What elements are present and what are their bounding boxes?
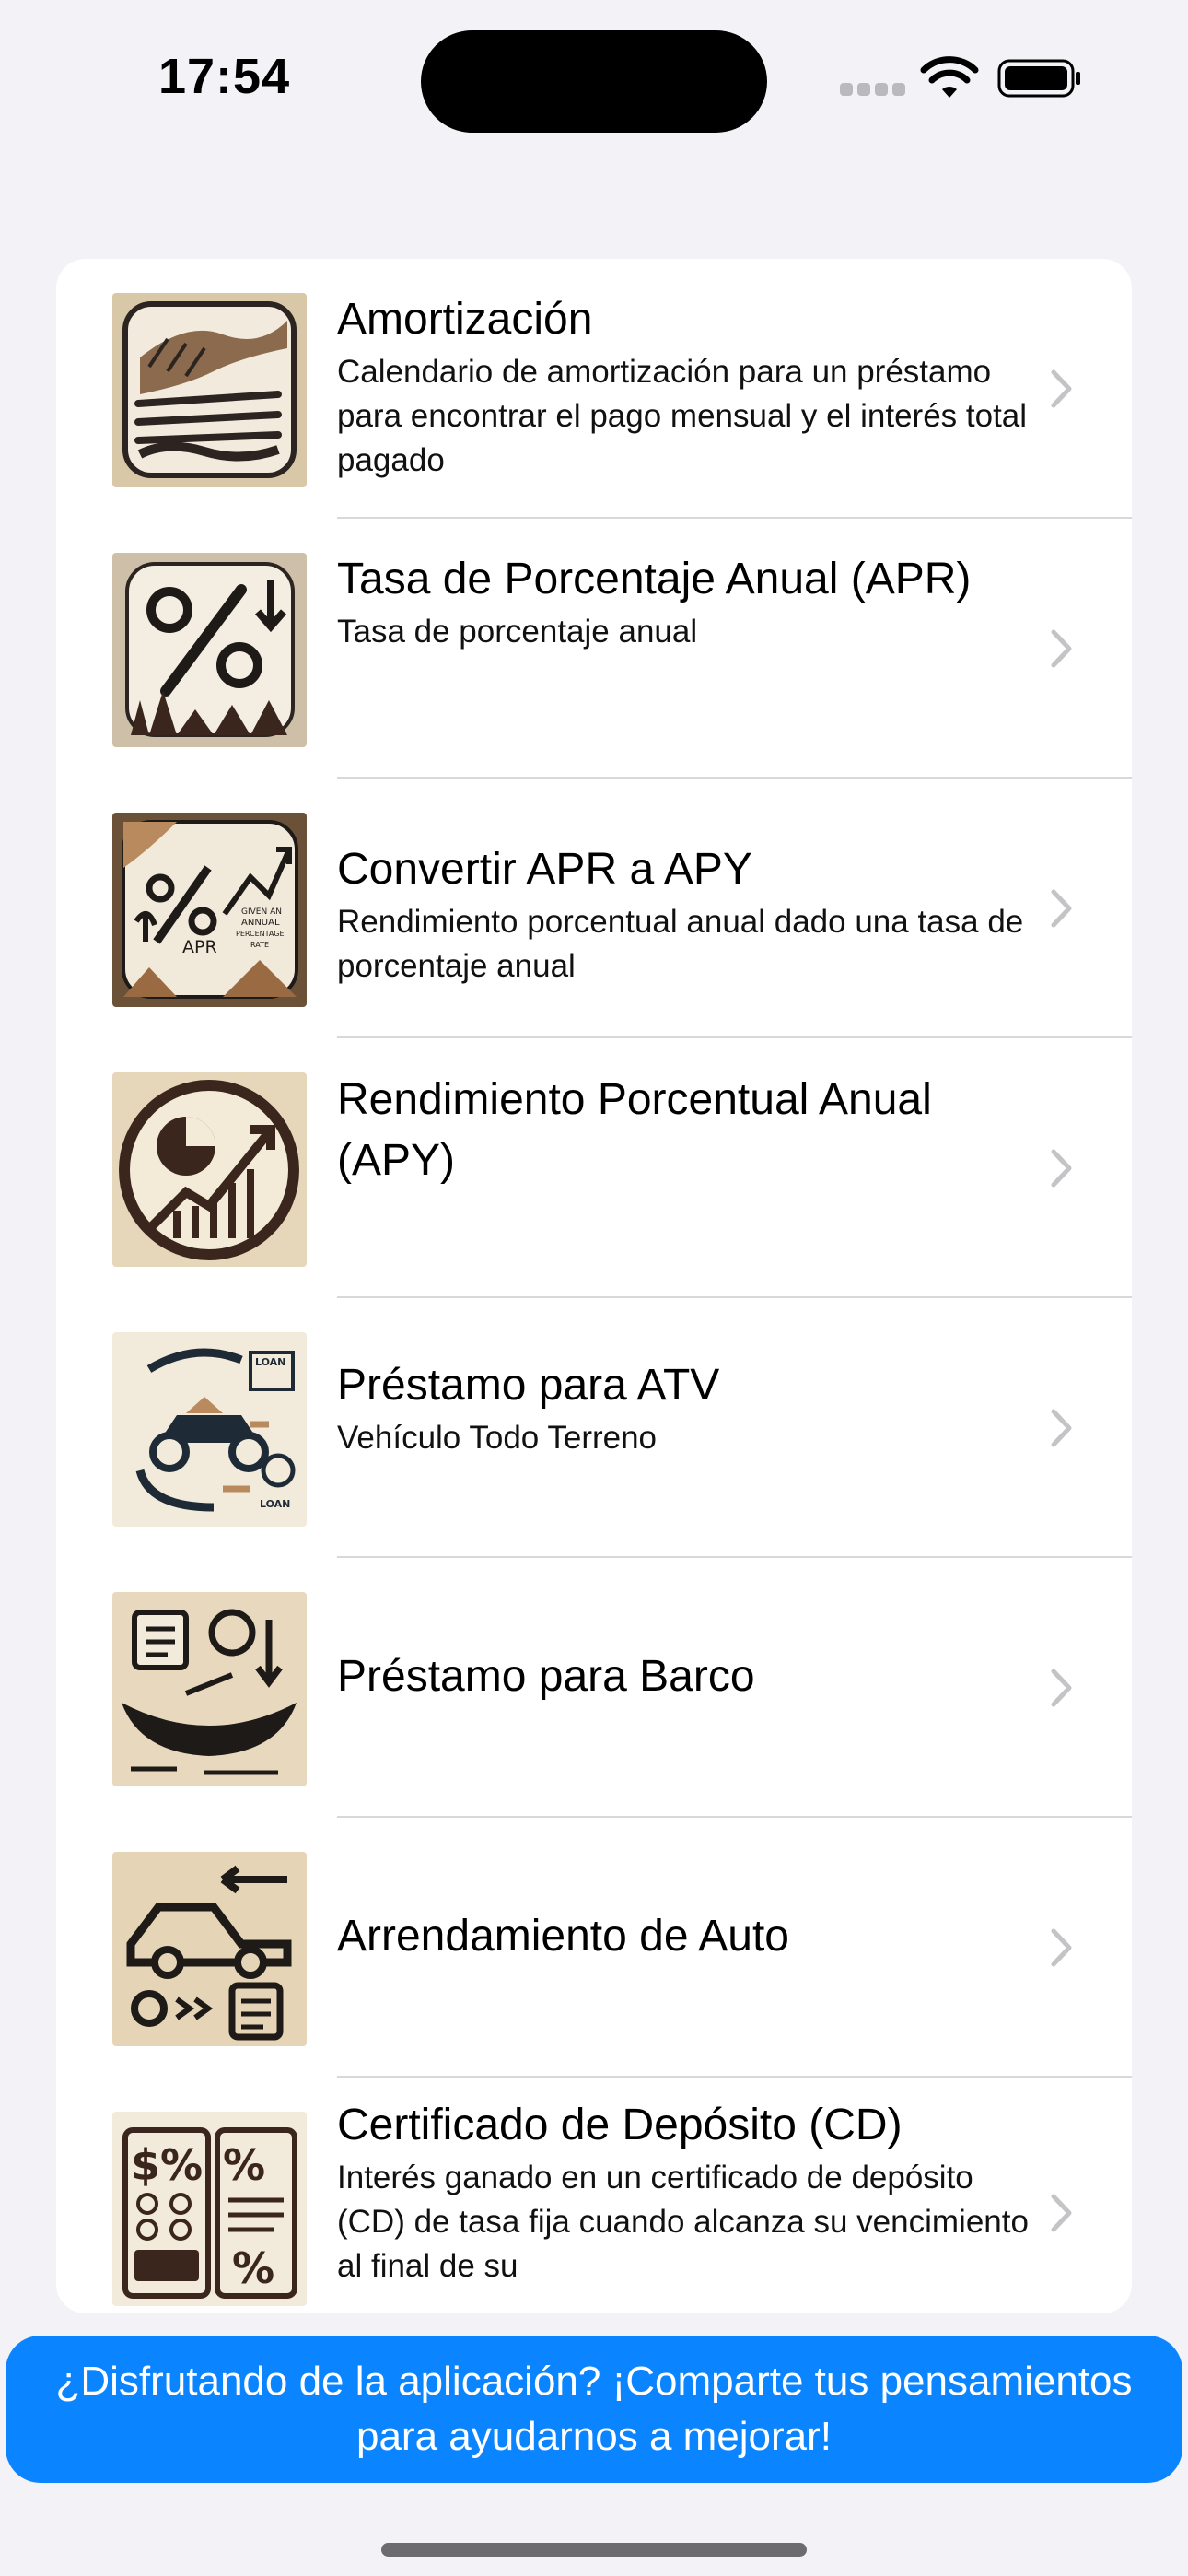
svg-text:%: % [223,2140,265,2190]
item-title: Arrendamiento de Auto [337,1912,789,1961]
certificate-deposit-icon: $% % % [112,2112,307,2306]
chevron-right-icon [1051,2194,1072,2232]
apr-percent-icon [112,553,307,747]
list-item-apr-to-apy[interactable]: APR GIVEN AN ANNUAL PERCENTAGE RATE Conv… [56,779,1132,1038]
chevron-right-icon [1051,1409,1072,1447]
item-title: Amortización [337,295,593,344]
item-subtitle: Vehículo Todo Terreno [337,1420,658,1456]
item-title: Tasa de Porcentaje Anual (APR) [337,555,972,603]
list-item-apr[interactable]: Tasa de Porcentaje Anual (APR) Tasa de p… [56,519,1132,779]
boat-loan-icon [112,1592,307,1786]
svg-text:LOAN: LOAN [255,1356,285,1368]
item-subtitle: Rendimiento porcentual anual dado una ta… [337,904,1024,984]
home-indicator[interactable] [381,2543,807,2557]
item-subtitle: Tasa de porcentaje anual [337,614,698,650]
svg-text:PERCENTAGE: PERCENTAGE [236,930,285,938]
feedback-button[interactable]: ¿Disfrutando de la aplicación? ¡Comparte… [6,2336,1182,2483]
list-item-apy[interactable]: Rendimiento Porcentual Anual (APY) [56,1038,1132,1298]
svg-text:%: % [232,2243,274,2293]
calculator-list: Amortización Calendario de amortización … [56,259,1132,2313]
chevron-right-icon [1051,1928,1072,1967]
item-title: Préstamo para ATV [337,1361,720,1410]
chevron-right-icon [1051,369,1072,408]
svg-text:$%: $% [131,2140,203,2190]
item-subtitle: Interés ganado en un certificado de depó… [337,2160,1029,2284]
status-bar: 17:54 [0,0,1188,157]
item-title: Rendimiento Porcentual Anual (APY) [337,1075,932,1185]
list-item-amortization[interactable]: Amortización Calendario de amortización … [56,259,1132,519]
svg-text:GIVEN AN: GIVEN AN [241,907,282,917]
dynamic-island [421,30,767,133]
svg-text:RATE: RATE [250,941,269,949]
battery-icon [997,59,1080,98]
list-item-car-lease[interactable]: Arrendamiento de Auto [56,1818,1132,2078]
svg-text:APR: APR [182,937,217,957]
chevron-right-icon [1051,1669,1072,1707]
status-time: 17:54 [158,49,291,104]
svg-text:ANNUAL: ANNUAL [241,918,280,928]
chevron-right-icon [1051,889,1072,928]
chevron-right-icon [1051,629,1072,668]
atv-loan-icon: LOAN LOAN [112,1332,307,1527]
item-subtitle: Calendario de amortización para un prést… [337,354,1028,478]
list-item-certificate-deposit[interactable]: $% % % Certificado de Depósito (CD) Inte… [56,2078,1132,2313]
item-title: Convertir APR a APY [337,845,752,894]
car-lease-icon [112,1852,307,2046]
list-item-atv-loan[interactable]: LOAN LOAN Préstamo para ATV Vehículo Tod… [56,1298,1132,1558]
cellular-signal-icon [840,83,906,98]
list-item-boat-loan[interactable]: Préstamo para Barco [56,1558,1132,1818]
item-title: Certificado de Depósito (CD) [337,2101,903,2149]
apy-growth-icon [112,1072,307,1267]
item-title: Préstamo para Barco [337,1652,755,1701]
wifi-icon [920,56,979,98]
apr-to-apy-icon: APR GIVEN AN ANNUAL PERCENTAGE RATE [112,813,307,1007]
svg-text:LOAN: LOAN [260,1498,290,1510]
chevron-right-icon [1051,1149,1072,1188]
amortization-icon [112,293,307,487]
